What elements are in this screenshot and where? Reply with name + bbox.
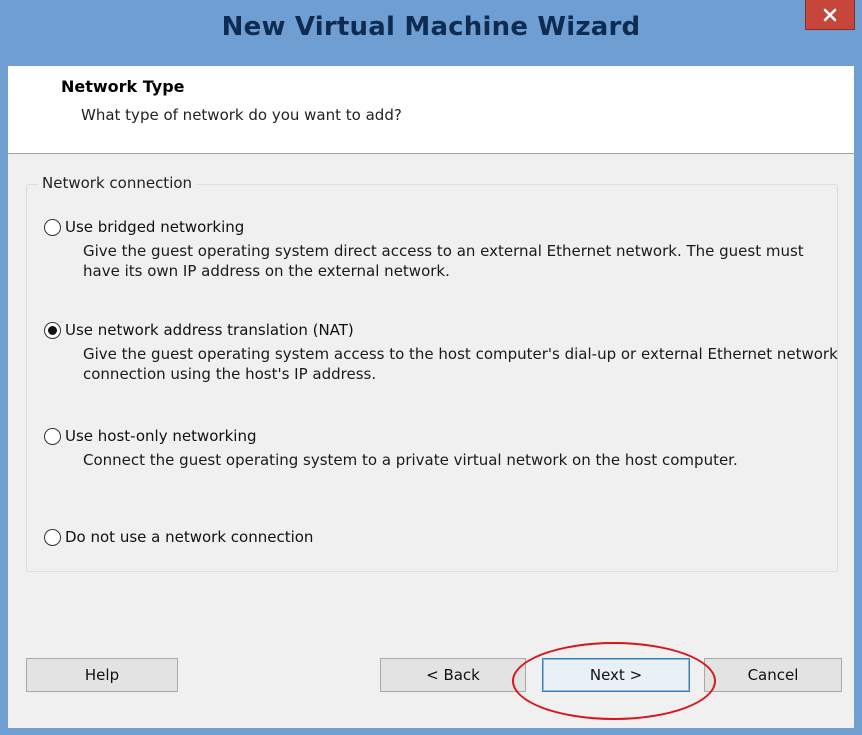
option-none: Do not use a network connection: [44, 526, 313, 548]
close-icon: [823, 8, 837, 21]
option-none-row[interactable]: Do not use a network connection: [44, 526, 313, 548]
radio-label-hostonly[interactable]: Use host-only networking: [65, 427, 256, 445]
page-subtitle: What type of network do you want to add?: [81, 106, 402, 124]
option-hostonly-row[interactable]: Use host-only networking: [44, 425, 843, 447]
option-bridged: Use bridged networking Give the guest op…: [44, 216, 843, 281]
cancel-button[interactable]: Cancel: [704, 658, 842, 692]
radio-label-none[interactable]: Do not use a network connection: [65, 528, 313, 546]
wizard-client-area: Network Type What type of network do you…: [8, 66, 854, 728]
group-legend: Network connection: [38, 174, 197, 192]
radio-label-bridged[interactable]: Use bridged networking: [65, 218, 244, 236]
close-button[interactable]: [805, 0, 855, 30]
page-title: Network Type: [61, 77, 185, 96]
radio-label-nat[interactable]: Use network address translation (NAT): [65, 321, 354, 339]
window-title: New Virtual Machine Wizard: [221, 12, 641, 42]
radio-bridged[interactable]: [44, 218, 61, 236]
option-nat-row[interactable]: Use network address translation (NAT): [44, 319, 843, 341]
radio-none[interactable]: [44, 528, 61, 546]
radio-hostonly[interactable]: [44, 427, 61, 445]
radio-nat[interactable]: [44, 321, 61, 339]
option-hostonly: Use host-only networking Connect the gue…: [44, 425, 843, 470]
option-nat: Use network address translation (NAT) Gi…: [44, 319, 843, 384]
option-description: Give the guest operating system access t…: [83, 345, 838, 383]
wizard-window: New Virtual Machine Wizard Network Type …: [0, 0, 862, 735]
next-button[interactable]: Next >: [542, 658, 690, 692]
wizard-header: Network Type What type of network do you…: [8, 66, 854, 154]
title-bar[interactable]: New Virtual Machine Wizard: [0, 0, 862, 66]
option-description: Give the guest operating system direct a…: [83, 242, 804, 280]
help-button[interactable]: Help: [26, 658, 178, 692]
option-bridged-row[interactable]: Use bridged networking: [44, 216, 843, 238]
option-description: Connect the guest operating system to a …: [83, 451, 738, 469]
back-button[interactable]: < Back: [380, 658, 526, 692]
